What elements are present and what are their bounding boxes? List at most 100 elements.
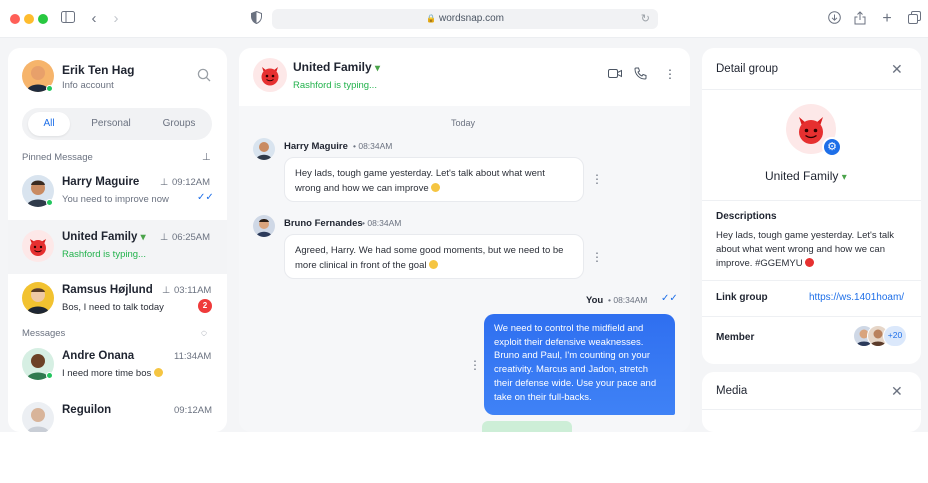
url-text: wordsnap.com	[438, 13, 504, 24]
messages-section-label: Messages	[22, 328, 66, 339]
double-check-icon: ✓✓	[661, 293, 678, 304]
conversation-time: 09:12AM	[174, 405, 213, 416]
forward-icon[interactable]: ›	[108, 11, 124, 27]
tabs-overview-icon[interactable]	[906, 11, 922, 27]
reload-icon[interactable]: ↻	[641, 9, 650, 29]
grimace-emoji-icon	[429, 260, 439, 269]
chat-title-text: United Family	[293, 60, 372, 74]
list-item[interactable]: Harry Maguire You need to improve now ⊥ …	[8, 166, 227, 220]
online-indicator	[46, 199, 53, 206]
message-time: • 08:34AM	[608, 295, 648, 305]
sweat-smile-emoji-icon	[431, 183, 441, 192]
tab-personal[interactable]: Personal	[86, 112, 136, 136]
link-group-label: Link group	[716, 292, 768, 303]
shield-icon[interactable]	[248, 10, 264, 27]
message-sender: Bruno Fernandes	[284, 218, 363, 229]
pin-icon: ⊥	[160, 232, 169, 243]
sweat-smile-emoji-icon	[153, 368, 163, 377]
chat-title: United Family ▾	[293, 60, 380, 74]
chat-header	[239, 48, 690, 106]
beginner-badge-icon: ▾	[140, 232, 146, 243]
divider	[702, 316, 921, 317]
online-indicator	[46, 85, 53, 92]
pin-icon: ⊥	[202, 152, 211, 163]
chat-bubble-icon[interactable]: ◌	[201, 327, 207, 341]
conversation-time: 11:34AM	[174, 351, 212, 362]
day-separator: Today	[451, 118, 476, 128]
beginner-badge-icon: ▾	[375, 63, 381, 74]
group-name-text: United Family	[765, 169, 839, 183]
devil-group-avatar[interactable]	[253, 58, 287, 92]
chat-panel: United Family ▾ Rashford is typing... ⋮ …	[239, 48, 690, 432]
conversation-preview: I need more time bos	[62, 368, 163, 379]
conversation-preview-text: I need more time bos	[62, 368, 152, 379]
conversation-name: Reguilon	[62, 404, 112, 416]
divider	[702, 280, 921, 281]
conversation-time: 03:11AM	[174, 285, 212, 296]
more-members-badge[interactable]: +20	[883, 325, 907, 347]
settings-gear-icon[interactable]: ⚙	[822, 137, 842, 157]
divider	[702, 89, 921, 90]
maximize-window-button[interactable]	[38, 14, 48, 24]
list-item[interactable]: Andre Onana I need more time bos 11:34AM	[8, 340, 227, 394]
conversation-name: United Family ▾	[62, 231, 146, 243]
list-item[interactable]: Ramsus Højlund Bos, I need to talk today…	[8, 274, 227, 328]
red-circle-emoji-icon	[805, 258, 815, 267]
detail-header: Detail group	[716, 63, 779, 75]
typing-indicator: Rashford is typing...	[62, 249, 146, 260]
message-text: Hey lads, tough game yesterday. Let's ta…	[295, 168, 545, 194]
typing-indicator: Rashford is typing...	[293, 80, 377, 91]
video-call-icon[interactable]	[608, 68, 622, 82]
avatar	[22, 402, 54, 432]
sidebar-toggle-icon[interactable]	[60, 11, 76, 27]
message-options-icon[interactable]: ⋮	[591, 172, 603, 186]
minimize-window-button[interactable]	[24, 14, 34, 24]
close-icon[interactable]: ✕	[891, 62, 903, 76]
more-options-icon[interactable]: ⋮	[664, 67, 676, 81]
group-detail-panel: Detail group ✕ ⚙ United Family ▾ Descrip…	[702, 48, 921, 364]
message-time-text: 08:34AM	[613, 295, 648, 305]
unread-badge: 2	[198, 299, 212, 313]
message-options-icon[interactable]: ⋮	[469, 358, 481, 372]
tab-all[interactable]: All	[28, 112, 70, 136]
pin-icon: ⊥	[160, 177, 169, 188]
conversation-time: 09:12AM	[172, 177, 211, 188]
group-description: Hey lads, tough game yesterday. Let's ta…	[716, 229, 910, 271]
my-message-bubble[interactable]: We need to control the midfield and expl…	[484, 314, 675, 415]
group-link[interactable]: https://ws.1401hoam/	[809, 292, 904, 303]
message-bubble[interactable]: Hey lads, tough game yesterday. Let's ta…	[284, 157, 584, 202]
share-icon[interactable]	[852, 11, 868, 27]
media-header: Media	[716, 385, 748, 397]
online-indicator	[46, 372, 53, 379]
browser-window: ‹ › 🔒 wordsnap.com ↻ + Erik Ten Hag Info …	[0, 0, 928, 432]
back-icon[interactable]: ‹	[86, 11, 102, 27]
close-window-button[interactable]	[10, 14, 20, 24]
conversation-name-text: United Family	[62, 231, 138, 243]
message-sender: Harry Maguire	[284, 141, 348, 152]
conversation-preview: You need to improve now	[62, 194, 169, 205]
lock-icon: 🔒	[426, 14, 436, 23]
avatar	[22, 282, 54, 314]
message-time-text: 08:34AM	[358, 141, 393, 151]
list-item[interactable]: United Family ▾ Rashford is typing... ⊥ …	[8, 220, 227, 274]
list-item[interactable]: Reguilon 09:12AM	[8, 394, 227, 432]
phone-call-icon[interactable]	[634, 67, 647, 83]
message-time: • 08:34AM	[362, 218, 402, 228]
message-time-text: 08:34AM	[367, 218, 402, 228]
message-sender: You	[586, 295, 604, 306]
divider	[702, 409, 921, 410]
tab-groups[interactable]: Groups	[152, 112, 206, 136]
search-icon[interactable]	[197, 68, 211, 85]
pin-icon: ⊥	[162, 285, 171, 296]
download-icon[interactable]	[826, 11, 842, 27]
address-bar[interactable]: 🔒 wordsnap.com ↻	[272, 9, 658, 29]
member-label: Member	[716, 332, 755, 343]
message-options-icon[interactable]: ⋮	[591, 250, 603, 264]
close-icon[interactable]: ✕	[891, 384, 903, 398]
conversation-name: Ramsus Højlund	[62, 284, 153, 296]
conversation-name: Andre Onana	[62, 350, 135, 362]
new-tab-icon[interactable]: +	[879, 11, 895, 27]
message-time: • 08:34AM	[353, 141, 393, 151]
message-bubble[interactable]: Agreed, Harry. We had some good moments,…	[284, 234, 584, 279]
conversation-time: 06:25AM	[172, 232, 211, 243]
